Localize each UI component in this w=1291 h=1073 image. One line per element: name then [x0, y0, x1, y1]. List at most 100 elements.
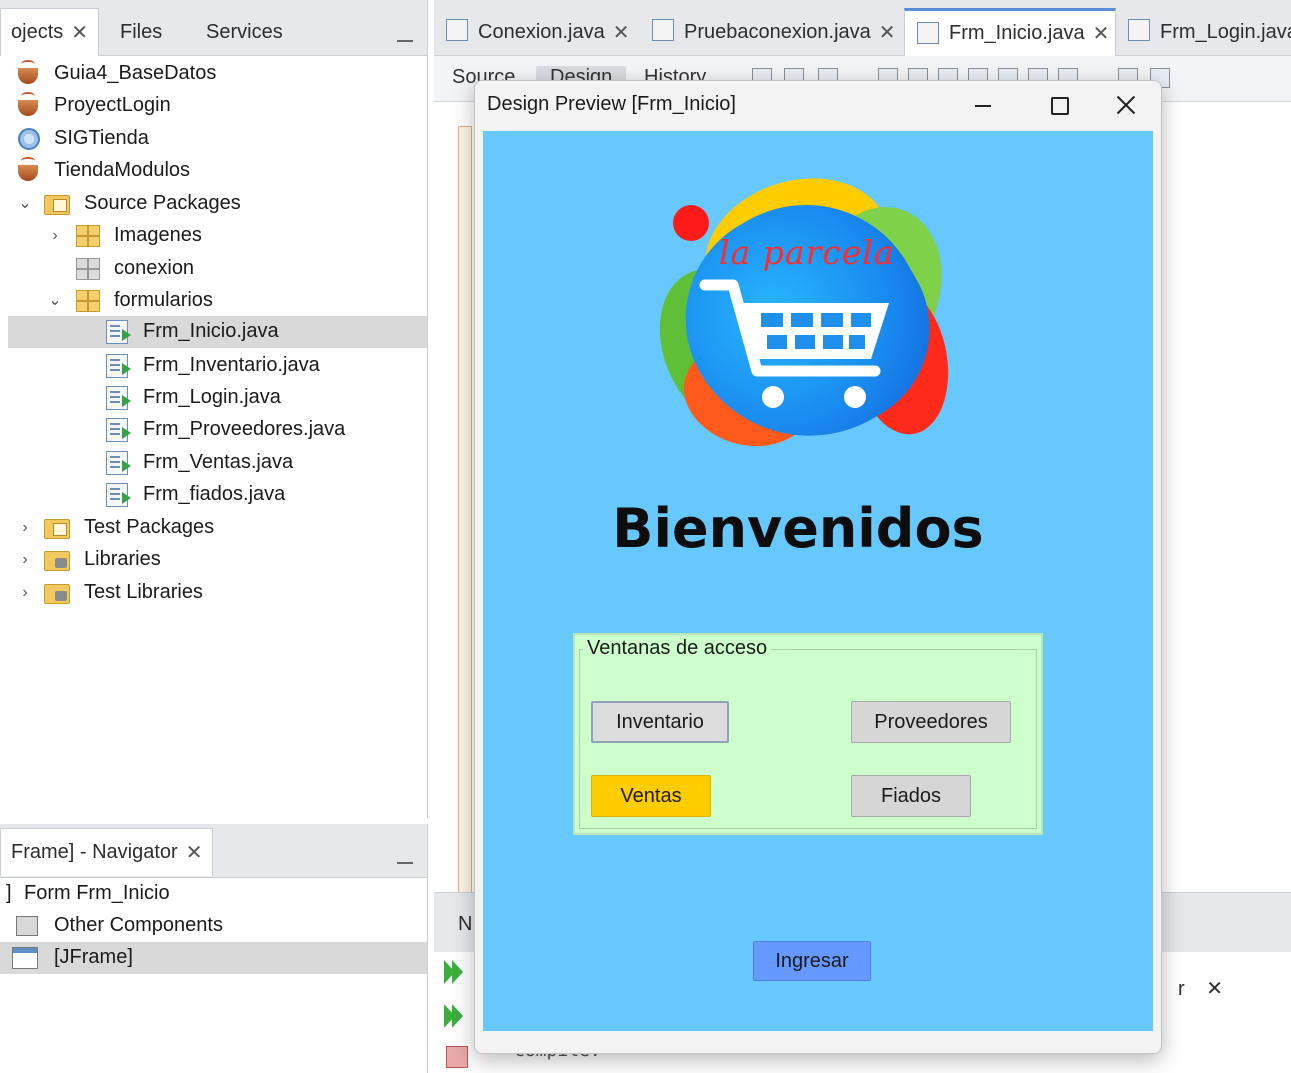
form-file-icon [106, 386, 131, 410]
package-icon [76, 225, 100, 247]
form-file-icon [106, 354, 131, 378]
editor-tab-label: Frm_Login.java [1160, 20, 1291, 43]
navigator-item-jframe[interactable]: [JFrame] [0, 942, 427, 974]
tab-output[interactable]: N [458, 913, 472, 936]
tree-item-guia4[interactable]: Guia4_BaseDatos [0, 58, 427, 90]
tab-navigator[interactable]: Frame] - Navigator ✕ [0, 828, 214, 876]
tree-item-label: Frm_Login.java [143, 386, 281, 408]
tree-item-label: TiendaModulos [54, 159, 191, 181]
form-canvas-edge [458, 126, 472, 894]
components-icon [16, 916, 38, 936]
navigator-item-form[interactable]: ] Form Frm_Inicio [0, 878, 427, 910]
proveedores-button[interactable]: Proveedores [851, 701, 1011, 743]
form-file-icon [106, 320, 131, 344]
minimize-icon[interactable] [397, 22, 413, 42]
ingresar-button[interactable]: Ingresar [753, 941, 871, 981]
package-folder-icon [44, 519, 70, 539]
navigator-tabbar: Frame] - Navigator ✕ [0, 824, 427, 878]
chevron-right-icon[interactable]: › [48, 228, 62, 244]
navigator-item-label: Other Components [54, 914, 223, 936]
stop-icon[interactable] [446, 1046, 468, 1068]
form-file-icon [917, 22, 939, 44]
window-minimize-icon[interactable] [959, 89, 1005, 121]
fiados-button[interactable]: Fiados [851, 775, 971, 817]
inventario-button[interactable]: Inventario [591, 701, 729, 743]
logo-text: la parcela [719, 233, 895, 272]
window-close-icon[interactable] [1103, 89, 1149, 121]
coffee-cup-icon [18, 92, 38, 116]
chevron-right-icon[interactable]: › [18, 585, 32, 601]
tree-item-frm-login[interactable]: Frm_Login.java [0, 382, 427, 414]
run-again-icon[interactable] [444, 960, 466, 984]
tree-item-conexion[interactable]: conexion [0, 253, 427, 285]
coffee-cup-icon [18, 60, 38, 84]
tree-item-imagenes[interactable]: › Imagenes [0, 220, 427, 252]
close-icon[interactable]: ✕ [186, 840, 203, 865]
right-panel-tab-label: r [1178, 978, 1185, 1000]
tree-item-tiendamodulos[interactable]: TiendaModulos [0, 155, 427, 187]
tree-item-label: Frm_fiados.java [143, 483, 286, 505]
tree-item-label: Libraries [84, 548, 161, 570]
tree-item-label: Source Packages [84, 192, 241, 214]
tree-item-frm-inicio[interactable]: Frm_Inicio.java [8, 316, 427, 348]
shopping-cart-icon [699, 279, 889, 408]
tree-item-frm-fiados[interactable]: Frm_fiados.java [0, 479, 427, 511]
tree-item-frm-proveedores[interactable]: Frm_Proveedores.java [0, 414, 427, 446]
close-icon[interactable]: ✕ [879, 20, 896, 45]
tree-item-formularios[interactable]: ⌄ formularios [0, 285, 427, 317]
close-icon[interactable]: ✕ [71, 20, 88, 45]
tree-item-proyectlogin[interactable]: ProyectLogin [0, 90, 427, 122]
frame-content: la parcela Bienvenidos Ventanas de acces… [483, 131, 1153, 1031]
tree-item-label: Test Packages [84, 516, 215, 538]
form-file-icon [106, 418, 131, 442]
close-icon[interactable]: ✕ [1206, 978, 1223, 1000]
tab-frm-inicio-java[interactable]: Frm_Inicio.java ✕ [904, 8, 1116, 56]
close-icon[interactable]: ✕ [613, 20, 630, 45]
navigator-item-other-components[interactable]: Other Components [0, 910, 427, 942]
ventas-button[interactable]: Ventas [591, 775, 711, 817]
library-folder-icon [44, 584, 70, 604]
tab-files-label: Files [120, 20, 163, 43]
chevron-down-icon[interactable]: ⌄ [18, 196, 32, 212]
tab-projects[interactable]: ojects ✕ [0, 8, 100, 56]
right-panel-tab[interactable]: r ✕ [1178, 976, 1223, 1001]
tree-item-test-libraries[interactable]: › Test Libraries [0, 577, 427, 609]
globe-icon [18, 128, 40, 150]
tree-item-sigtienda[interactable]: SIGTienda [0, 123, 427, 155]
close-icon[interactable]: ✕ [1093, 21, 1110, 46]
chevron-down-icon[interactable]: ⌄ [48, 293, 62, 309]
chevron-right-icon[interactable]: › [18, 552, 32, 568]
tree-item-frm-inventario[interactable]: Frm_Inventario.java [0, 350, 427, 382]
window-maximize-icon[interactable] [1035, 89, 1081, 121]
tree-item-label: Frm_Ventas.java [143, 451, 294, 473]
package-folder-icon [44, 195, 70, 215]
run-icon[interactable] [444, 1004, 466, 1028]
tab-files[interactable]: Files [120, 8, 162, 56]
tab-services-label: Services [206, 20, 283, 43]
tree-item-libraries[interactable]: › Libraries [0, 544, 427, 576]
navigator-item-label: Form Frm_Inicio [24, 882, 170, 904]
chevron-right-icon[interactable]: › [18, 520, 32, 536]
tree-item-label: conexion [114, 257, 195, 279]
package-icon [76, 290, 100, 312]
tab-navigator-label: Frame] - Navigator [11, 841, 178, 863]
empty-package-icon [76, 258, 100, 280]
form-file-icon [106, 483, 131, 507]
form-file-icon [106, 451, 131, 475]
tab-conexion-java[interactable]: Conexion.java ✕ [434, 8, 640, 56]
projects-tabbar: ojects ✕ Files Services [0, 0, 427, 56]
tree-item-label: Test Libraries [84, 581, 203, 603]
tree-item-test-packages[interactable]: › Test Packages [0, 512, 427, 544]
tree-item-label: Imagenes [114, 224, 202, 246]
coffee-cup-icon [18, 157, 38, 181]
form-file-icon [1128, 19, 1150, 41]
window-title: Design Preview [Frm_Inicio] [487, 93, 736, 115]
tree-item-source-packages[interactable]: ⌄ Source Packages [0, 188, 427, 220]
tab-services[interactable]: Services [206, 8, 283, 56]
la-parcela-logo: la parcela [634, 155, 966, 482]
tab-pruebaconexion-java[interactable]: Pruebaconexion.java ✕ [640, 8, 902, 56]
tab-frm-login-java[interactable]: Frm_Login.java [1116, 8, 1291, 56]
minimize-icon[interactable] [397, 844, 413, 864]
editor-tab-label: Conexion.java [478, 20, 605, 43]
tree-item-frm-ventas[interactable]: Frm_Ventas.java [0, 447, 427, 479]
